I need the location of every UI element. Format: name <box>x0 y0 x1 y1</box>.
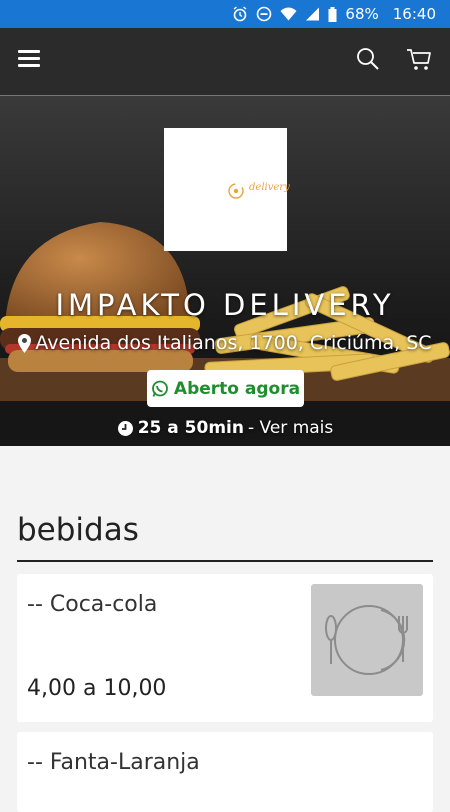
clock-icon <box>117 420 133 436</box>
see-more-link[interactable]: - Ver mais <box>248 418 333 438</box>
battery-icon <box>328 6 337 22</box>
signal-icon <box>305 7 320 21</box>
category-divider <box>17 560 433 562</box>
logo-text: delivery <box>249 182 290 193</box>
map-pin-icon <box>18 333 32 353</box>
cart-icon[interactable] <box>406 47 432 75</box>
address-text: Avenida dos Italianos, 1700, Criciúma, S… <box>35 332 432 354</box>
battery-level: 68% <box>345 5 379 23</box>
open-status-badge[interactable]: Aberto agora <box>147 370 304 407</box>
search-icon[interactable] <box>356 47 380 75</box>
clock: 16:40 <box>392 5 436 23</box>
store-name: IMPAKTO DELIVERY <box>55 288 395 322</box>
status-bar: 68% 16:40 <box>0 0 450 28</box>
product-card[interactable]: -- Fanta-Laranja <box>17 732 433 812</box>
do-not-disturb-icon <box>256 6 272 22</box>
product-card[interactable]: -- Coca-cola 4,00 a 10,00 <box>17 574 433 722</box>
delivery-logo-icon <box>228 183 244 199</box>
store-hero-banner: delivery IMPAKTO DELIVERY Avenida dos It… <box>0 96 450 446</box>
delivery-time-text: 25 a 50min <box>137 418 244 438</box>
wifi-icon <box>280 7 297 21</box>
whatsapp-icon <box>152 380 168 397</box>
category-title: bebidas <box>17 512 139 548</box>
plate-cutlery-icon <box>325 605 408 675</box>
store-logo: delivery <box>164 128 290 251</box>
alarm-icon <box>232 6 248 22</box>
delivery-time-row: 25 a 50min - Ver mais <box>0 418 450 438</box>
product-name: -- Coca-cola <box>27 592 158 617</box>
app-bar <box>0 28 450 96</box>
store-address: Avenida dos Italianos, 1700, Criciúma, S… <box>0 332 450 354</box>
product-price: 4,00 a 10,00 <box>27 676 167 701</box>
product-name: -- Fanta-Laranja <box>27 750 200 775</box>
product-image-placeholder <box>311 584 423 696</box>
menu-icon[interactable] <box>18 50 40 68</box>
open-status-text: Aberto agora <box>173 378 301 399</box>
